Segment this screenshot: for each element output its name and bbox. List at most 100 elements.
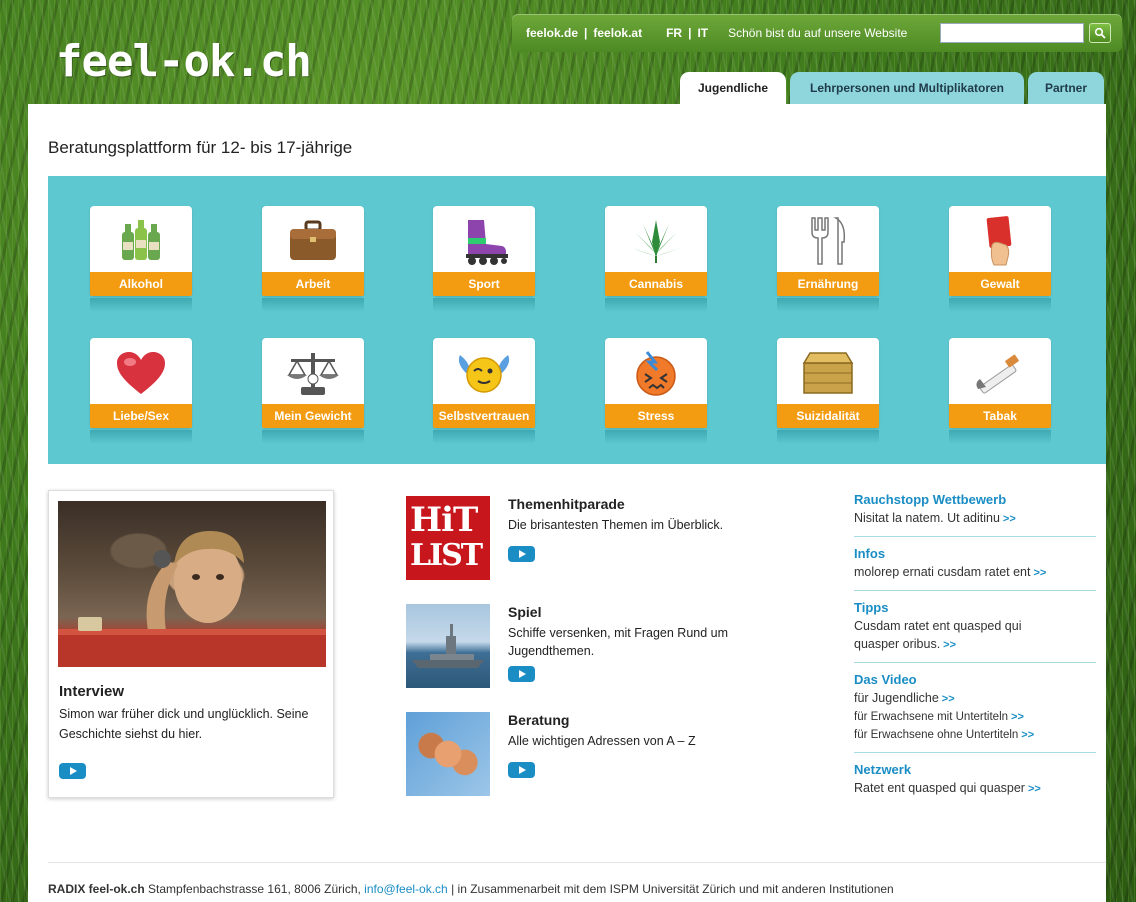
feature-description: Alle wichtigen Adressen von A – Z <box>508 734 696 748</box>
hitlist-thumbnail[interactable]: HiT LIST <box>406 496 490 580</box>
cigarette-icon <box>949 346 1051 400</box>
ship-thumbnail[interactable] <box>406 604 490 688</box>
topic-suizidalitaet[interactable]: Suizidalität <box>777 338 879 444</box>
sidebar-line[interactable]: Nisitat la natem. Ut aditinu >> <box>854 509 1096 528</box>
more-link[interactable]: >> <box>1033 567 1046 579</box>
link-feelok-at[interactable]: feelok.at <box>593 26 642 40</box>
interview-card[interactable]: Interview Simon war früher dick und ungl… <box>48 490 334 798</box>
footer: RADIX feel-ok.ch Stampfenbachstrasse 161… <box>48 882 894 896</box>
feature-beratung: Beratung Alle wichtigen Adressen von A –… <box>406 712 786 796</box>
tab-jugendliche[interactable]: Jugendliche <box>680 72 786 104</box>
sidebar-title[interactable]: Infos <box>854 544 1096 563</box>
tab-partner[interactable]: Partner <box>1028 72 1104 104</box>
search-button[interactable] <box>1089 23 1111 43</box>
site-logo[interactable]: feel-ok.ch <box>56 36 312 87</box>
sidebar-block-tipps: Tipps Cusdam ratet ent quasped qui quasp… <box>854 598 1096 663</box>
topic-alkohol[interactable]: Alkohol <box>90 206 192 312</box>
feature-title[interactable]: Themenhitparade <box>508 496 625 512</box>
footer-address: Stampfenbachstrasse 161, 8006 Zürich, <box>148 882 361 896</box>
interview-title: Interview <box>59 683 125 700</box>
lang-fr[interactable]: FR <box>666 26 682 40</box>
topic-label: Arbeit <box>262 272 364 296</box>
sidebar-block-rauchstopp: Rauchstopp Wettbewerb Nisitat la natem. … <box>854 490 1096 537</box>
topic-selbstvertrauen[interactable]: Selbstvertrauen <box>433 338 535 444</box>
hands-thumbnail[interactable] <box>406 712 490 796</box>
topic-label: Alkohol <box>90 272 192 296</box>
topic-label: Gewalt <box>949 272 1051 296</box>
briefcase-icon <box>262 214 364 268</box>
footer-divider <box>48 862 1106 863</box>
grass-border-right <box>1106 104 1136 902</box>
box-icon <box>777 346 879 400</box>
topic-label: Sport <box>433 272 535 296</box>
sidebar-title[interactable]: Rauchstopp Wettbewerb <box>854 490 1096 509</box>
more-link[interactable]: >> <box>1011 711 1024 723</box>
topic-grid: Alkohol Arbeit Sport Cannabis Ernährung … <box>48 176 1106 464</box>
topic-mein-gewicht[interactable]: Mein Gewicht <box>262 338 364 444</box>
topic-arbeit[interactable]: Arbeit <box>262 206 364 312</box>
sidebar-title[interactable]: Tipps <box>854 598 1096 617</box>
bottles-icon <box>90 214 192 268</box>
main-panel: Beratungsplattform für 12- bis 17-jährig… <box>28 104 1106 902</box>
sidebar-line[interactable]: für Erwachsene ohne Untertiteln >> <box>854 726 1096 744</box>
more-link[interactable]: >> <box>942 693 955 705</box>
topic-label: Mein Gewicht <box>262 404 364 428</box>
heart-icon <box>90 346 192 400</box>
feature-title[interactable]: Beratung <box>508 712 569 728</box>
sidebar-line[interactable]: molorep ernati cusdam ratet ent >> <box>854 563 1096 582</box>
search-input[interactable] <box>940 23 1084 43</box>
link-feelok-de[interactable]: feelok.de <box>526 26 578 40</box>
more-link[interactable]: >> <box>1021 729 1034 741</box>
cannabis-leaf-icon <box>605 214 707 268</box>
sidebar-block-netzwerk: Netzwerk Ratet ent quasped qui quasper >> <box>854 760 1096 806</box>
sidebar-line[interactable]: für Erwachsene mit Untertiteln >> <box>854 708 1096 726</box>
topic-label: Stress <box>605 404 707 428</box>
separator: | <box>688 26 692 40</box>
topic-gewalt[interactable]: Gewalt <box>949 206 1051 312</box>
sidebar-title[interactable]: Das Video <box>854 670 1096 689</box>
topic-label: Liebe/Sex <box>90 404 192 428</box>
footer-info: | in Zusammenarbeit mit dem ISPM Univers… <box>451 882 894 896</box>
feature-spiel: Spiel Schiffe versenken, mit Fragen Rund… <box>406 604 786 688</box>
feature-description: Die brisantesten Themen im Überblick. <box>508 518 724 532</box>
sidebar-line[interactable]: Cusdam ratet ent quasped qui <box>854 617 1096 635</box>
topic-ernaehrung[interactable]: Ernährung <box>777 206 879 312</box>
tagline: Schön bist du auf unsere Website <box>728 26 908 40</box>
sidebar-links: Rauchstopp Wettbewerb Nisitat la natem. … <box>854 490 1096 813</box>
play-button[interactable] <box>508 666 535 682</box>
sidebar-title[interactable]: Netzwerk <box>854 760 1096 779</box>
stressed-face-icon <box>605 346 707 400</box>
topic-label: Ernährung <box>777 272 879 296</box>
topic-liebe-sex[interactable]: Liebe/Sex <box>90 338 192 444</box>
more-link[interactable]: >> <box>943 639 956 651</box>
more-link[interactable]: >> <box>1028 783 1041 795</box>
page-title: Beratungsplattform für 12- bis 17-jährig… <box>48 138 353 157</box>
sidebar-line[interactable]: quasper oribus. >> <box>854 635 1096 654</box>
lang-it[interactable]: IT <box>697 26 708 40</box>
footer-email-link[interactable]: info@feel-ok.ch <box>364 882 448 896</box>
interview-text: Simon war früher dick und unglücklich. S… <box>59 707 309 741</box>
more-link[interactable]: >> <box>1003 513 1016 525</box>
sidebar-block-video: Das Video für Jugendliche >> für Erwachse… <box>854 670 1096 753</box>
sidebar-block-infos: Infos molorep ernati cusdam ratet ent >> <box>854 544 1096 591</box>
topic-sport[interactable]: Sport <box>433 206 535 312</box>
play-button[interactable] <box>59 763 86 779</box>
fork-knife-icon <box>777 214 879 268</box>
play-button[interactable] <box>508 546 535 562</box>
interview-photo[interactable] <box>58 501 326 667</box>
sidebar-line[interactable]: für Jugendliche >> <box>854 689 1096 708</box>
scale-icon <box>262 346 364 400</box>
inline-skate-icon <box>433 214 535 268</box>
feature-description: Schiffe versenken, mit Fragen Rund um Ju… <box>508 626 729 658</box>
tab-lehrpersonen[interactable]: Lehrpersonen und Multiplikatoren <box>790 72 1024 104</box>
topic-cannabis[interactable]: Cannabis <box>605 206 707 312</box>
sidebar-line[interactable]: Ratet ent quasped qui quasper >> <box>854 779 1096 798</box>
topic-tabak[interactable]: Tabak <box>949 338 1051 444</box>
red-card-icon <box>949 214 1051 268</box>
feature-title[interactable]: Spiel <box>508 604 541 620</box>
search-icon <box>1094 27 1106 39</box>
play-button[interactable] <box>508 762 535 778</box>
separator: | <box>584 26 588 40</box>
top-bar: feelok.de | feelok.at FR | IT Schön bist… <box>512 14 1122 52</box>
topic-stress[interactable]: Stress <box>605 338 707 444</box>
